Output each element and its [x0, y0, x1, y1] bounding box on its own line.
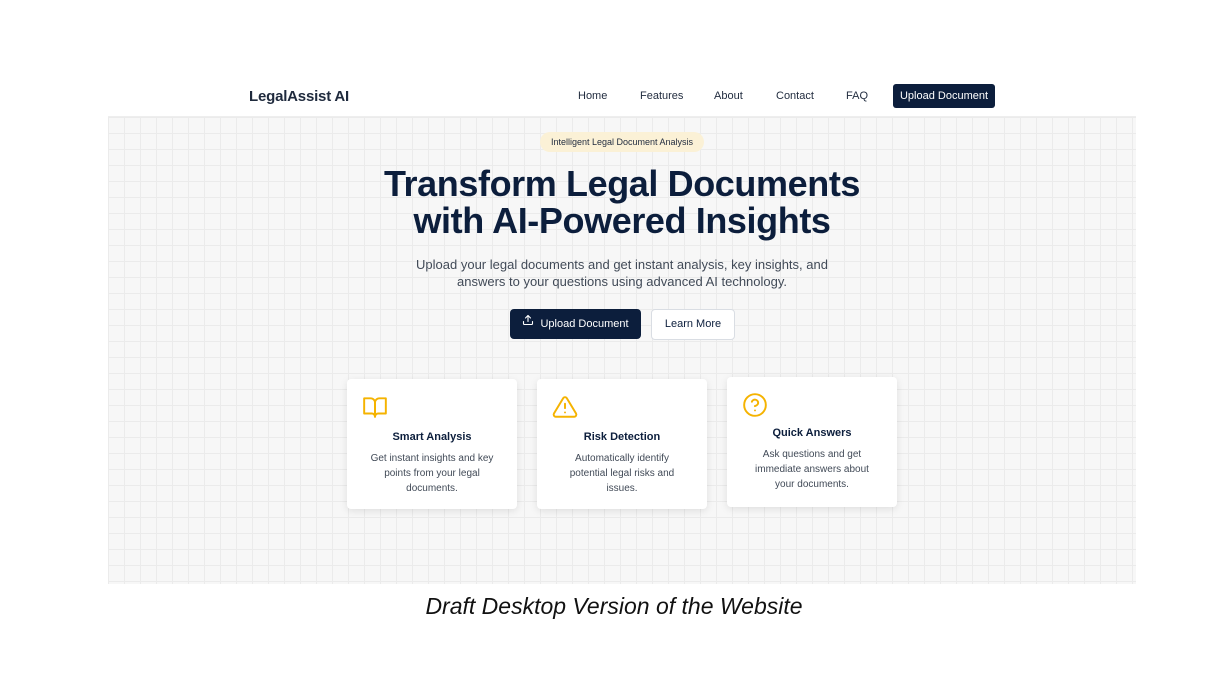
feature-description-line: issues.: [606, 483, 638, 494]
feature-description-line: Get instant insights and key: [370, 453, 494, 464]
alert-triangle-icon: [552, 394, 578, 420]
nav-link-contact[interactable]: Contact: [776, 90, 814, 102]
feature-description-line: immediate answers about: [755, 464, 869, 475]
hero-subtext-line-1: Upload your legal documents and get inst…: [416, 257, 828, 272]
feature-description-line: potential legal risks and: [569, 468, 675, 479]
feature-title: Risk Detection: [583, 431, 661, 443]
top-navbar: LegalAssist AI Home Features About Conta…: [108, 76, 1136, 116]
feature-description-line: Ask questions and get: [762, 449, 862, 460]
nav-link-home[interactable]: Home: [578, 90, 607, 102]
hero-badge: Intelligent Legal Document Analysis: [540, 132, 704, 152]
feature-title: Smart Analysis: [392, 431, 472, 443]
feature-card-smart-analysis: Smart Analysis Get instant insights and …: [347, 379, 517, 509]
feature-description-line: points from your legal: [384, 468, 480, 479]
hero-section: Intelligent Legal Document Analysis Tran…: [108, 116, 1136, 584]
brand-logo-text[interactable]: LegalAssist AI: [249, 88, 349, 105]
upload-icon: [522, 308, 534, 338]
feature-card-quick-answers: Quick Answers Ask questions and get imme…: [727, 377, 897, 507]
figure-caption: Draft Desktop Version of the Website: [425, 593, 803, 619]
feature-description-line: Automatically identify: [575, 453, 669, 464]
feature-description: Get instant insights and key points from…: [357, 451, 507, 496]
hero-headline: Transform Legal Documents with AI-Powere…: [322, 165, 922, 239]
hero-subtext-line-2: answers to your questions using advanced…: [456, 274, 788, 289]
feature-card-risk-detection: Risk Detection Automatically identify po…: [537, 379, 707, 509]
nav-upload-document-button[interactable]: Upload Document: [893, 84, 995, 108]
hero-learn-more-button[interactable]: Learn More: [651, 309, 735, 340]
hero-upload-document-button[interactable]: Upload Document: [510, 309, 641, 339]
hero-headline-line-2: with AI-Powered Insights: [413, 200, 831, 241]
feature-description-line: documents.: [406, 483, 458, 494]
feature-title: Quick Answers: [772, 427, 852, 439]
nav-link-about[interactable]: About: [714, 90, 743, 102]
nav-link-faq[interactable]: FAQ: [846, 90, 868, 102]
feature-description: Ask questions and get immediate answers …: [737, 447, 887, 492]
book-open-icon: [362, 394, 388, 420]
hero-upload-document-label: Upload Document: [540, 318, 629, 330]
nav-link-features[interactable]: Features: [640, 90, 683, 102]
hero-subtext: Upload your legal documents and get inst…: [392, 256, 852, 290]
help-circle-icon: [742, 392, 768, 418]
feature-description-line: your documents.: [775, 479, 849, 490]
feature-description: Automatically identify potential legal r…: [547, 451, 697, 496]
hero-headline-line-1: Transform Legal Documents: [383, 163, 861, 204]
